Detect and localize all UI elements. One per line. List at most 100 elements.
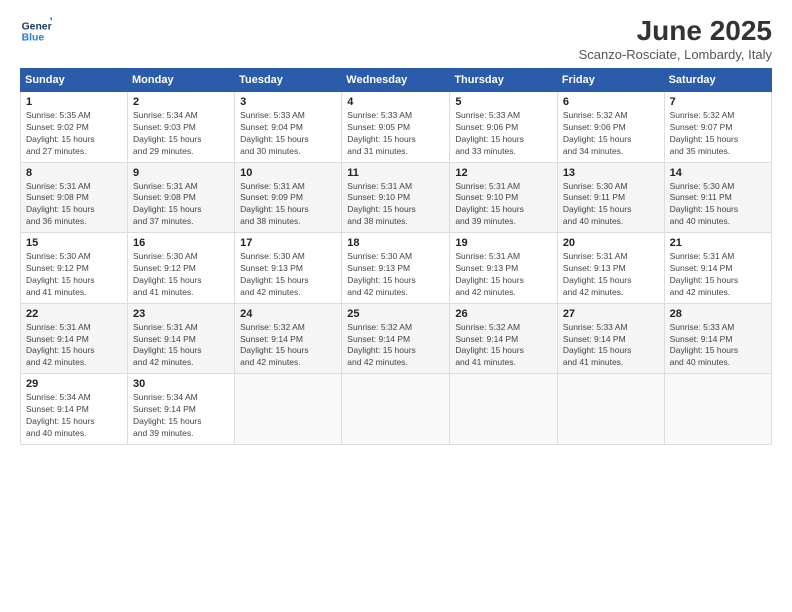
day-number: 28: [670, 308, 766, 320]
day-info: Sunrise: 5:30 AM Sunset: 9:13 PM Dayligh…: [240, 251, 336, 299]
title-block: June 2025 Scanzo-Rosciate, Lombardy, Ita…: [579, 15, 772, 62]
col-wednesday: Wednesday: [342, 69, 450, 92]
calendar-cell: 28 Sunrise: 5:33 AM Sunset: 9:14 PM Dayli…: [664, 303, 771, 374]
calendar-cell: 22 Sunrise: 5:31 AM Sunset: 9:14 PM Dayli…: [21, 303, 128, 374]
day-info: Sunrise: 5:30 AM Sunset: 9:11 PM Dayligh…: [670, 181, 766, 229]
day-info: Sunrise: 5:31 AM Sunset: 9:10 PM Dayligh…: [455, 181, 551, 229]
day-number: 1: [26, 96, 122, 108]
day-info: Sunrise: 5:30 AM Sunset: 9:12 PM Dayligh…: [133, 251, 229, 299]
day-number: 22: [26, 308, 122, 320]
col-saturday: Saturday: [664, 69, 771, 92]
calendar-week-5: 29 Sunrise: 5:34 AM Sunset: 9:14 PM Dayli…: [21, 374, 772, 445]
calendar-cell: 27 Sunrise: 5:33 AM Sunset: 9:14 PM Dayli…: [557, 303, 664, 374]
day-number: 5: [455, 96, 551, 108]
day-number: 11: [347, 167, 444, 179]
day-number: 10: [240, 167, 336, 179]
day-number: 20: [563, 237, 659, 249]
day-info: Sunrise: 5:32 AM Sunset: 9:06 PM Dayligh…: [563, 110, 659, 158]
page: General Blue June 2025 Scanzo-Rosciate, …: [0, 0, 792, 612]
day-number: 15: [26, 237, 122, 249]
day-number: 23: [133, 308, 229, 320]
calendar-cell: 12 Sunrise: 5:31 AM Sunset: 9:10 PM Dayli…: [450, 162, 557, 233]
col-thursday: Thursday: [450, 69, 557, 92]
day-number: 24: [240, 308, 336, 320]
calendar-cell: 8 Sunrise: 5:31 AM Sunset: 9:08 PM Daylig…: [21, 162, 128, 233]
calendar-cell: 30 Sunrise: 5:34 AM Sunset: 9:14 PM Dayli…: [128, 374, 235, 445]
day-info: Sunrise: 5:31 AM Sunset: 9:14 PM Dayligh…: [26, 322, 122, 370]
day-info: Sunrise: 5:31 AM Sunset: 9:14 PM Dayligh…: [670, 251, 766, 299]
day-number: 18: [347, 237, 444, 249]
day-number: 21: [670, 237, 766, 249]
day-number: 30: [133, 378, 229, 390]
svg-text:Blue: Blue: [22, 33, 45, 44]
month-title: June 2025: [579, 15, 772, 47]
calendar-cell: 4Sunrise: 5:33 AM Sunset: 9:05 PM Daylig…: [342, 92, 450, 163]
day-info: Sunrise: 5:33 AM Sunset: 9:06 PM Dayligh…: [455, 110, 551, 158]
header: General Blue June 2025 Scanzo-Rosciate, …: [20, 15, 772, 62]
calendar-table: Sunday Monday Tuesday Wednesday Thursday…: [20, 68, 772, 445]
calendar-cell: 11 Sunrise: 5:31 AM Sunset: 9:10 PM Dayli…: [342, 162, 450, 233]
day-number: 27: [563, 308, 659, 320]
location-title: Scanzo-Rosciate, Lombardy, Italy: [579, 47, 772, 62]
calendar-week-4: 22 Sunrise: 5:31 AM Sunset: 9:14 PM Dayli…: [21, 303, 772, 374]
calendar-cell: [235, 374, 342, 445]
col-sunday: Sunday: [21, 69, 128, 92]
day-info: Sunrise: 5:34 AM Sunset: 9:03 PM Dayligh…: [133, 110, 229, 158]
calendar-cell: 5 Sunrise: 5:33 AM Sunset: 9:06 PM Daylig…: [450, 92, 557, 163]
logo-icon: General Blue: [20, 15, 52, 47]
calendar-cell: 14 Sunrise: 5:30 AM Sunset: 9:11 PM Dayli…: [664, 162, 771, 233]
day-number: 17: [240, 237, 336, 249]
day-info: Sunrise: 5:31 AM Sunset: 9:10 PM Dayligh…: [347, 181, 444, 229]
calendar-cell: 19 Sunrise: 5:31 AM Sunset: 9:13 PM Dayli…: [450, 233, 557, 304]
day-info: Sunrise: 5:31 AM Sunset: 9:09 PM Dayligh…: [240, 181, 336, 229]
day-info: Sunrise: 5:31 AM Sunset: 9:08 PM Dayligh…: [26, 181, 122, 229]
day-number: 6: [563, 96, 659, 108]
calendar-cell: [450, 374, 557, 445]
calendar-week-1: 1 Sunrise: 5:35 AM Sunset: 9:02 PM Daylig…: [21, 92, 772, 163]
calendar-cell: [557, 374, 664, 445]
day-info: Sunrise: 5:34 AM Sunset: 9:14 PM Dayligh…: [26, 392, 122, 440]
calendar-header-row: Sunday Monday Tuesday Wednesday Thursday…: [21, 69, 772, 92]
day-info: Sunrise: 5:33 AM Sunset: 9:05 PM Dayligh…: [347, 110, 444, 158]
calendar-cell: [342, 374, 450, 445]
day-info: Sunrise: 5:31 AM Sunset: 9:13 PM Dayligh…: [455, 251, 551, 299]
day-info: Sunrise: 5:34 AM Sunset: 9:14 PM Dayligh…: [133, 392, 229, 440]
logo: General Blue: [20, 15, 52, 47]
day-number: 25: [347, 308, 444, 320]
day-number: 19: [455, 237, 551, 249]
day-number: 8: [26, 167, 122, 179]
calendar-cell: 16 Sunrise: 5:30 AM Sunset: 9:12 PM Dayli…: [128, 233, 235, 304]
day-info: Sunrise: 5:33 AM Sunset: 9:14 PM Dayligh…: [563, 322, 659, 370]
day-number: 16: [133, 237, 229, 249]
calendar-cell: 2 Sunrise: 5:34 AM Sunset: 9:03 PM Daylig…: [128, 92, 235, 163]
calendar-cell: 23 Sunrise: 5:31 AM Sunset: 9:14 PM Dayli…: [128, 303, 235, 374]
day-number: 2: [133, 96, 229, 108]
calendar-cell: 25Sunrise: 5:32 AM Sunset: 9:14 PM Dayli…: [342, 303, 450, 374]
calendar-cell: 7Sunrise: 5:32 AM Sunset: 9:07 PM Daylig…: [664, 92, 771, 163]
calendar-cell: 13Sunrise: 5:30 AM Sunset: 9:11 PM Dayli…: [557, 162, 664, 233]
day-info: Sunrise: 5:31 AM Sunset: 9:13 PM Dayligh…: [563, 251, 659, 299]
day-number: 12: [455, 167, 551, 179]
calendar-cell: 21 Sunrise: 5:31 AM Sunset: 9:14 PM Dayli…: [664, 233, 771, 304]
day-number: 29: [26, 378, 122, 390]
day-number: 3: [240, 96, 336, 108]
day-info: Sunrise: 5:31 AM Sunset: 9:14 PM Dayligh…: [133, 322, 229, 370]
col-tuesday: Tuesday: [235, 69, 342, 92]
calendar-cell: 9Sunrise: 5:31 AM Sunset: 9:08 PM Daylig…: [128, 162, 235, 233]
day-number: 9: [133, 167, 229, 179]
calendar-cell: 26Sunrise: 5:32 AM Sunset: 9:14 PM Dayli…: [450, 303, 557, 374]
calendar-cell: 20 Sunrise: 5:31 AM Sunset: 9:13 PM Dayli…: [557, 233, 664, 304]
calendar-cell: 10 Sunrise: 5:31 AM Sunset: 9:09 PM Dayli…: [235, 162, 342, 233]
day-info: Sunrise: 5:32 AM Sunset: 9:07 PM Dayligh…: [670, 110, 766, 158]
col-friday: Friday: [557, 69, 664, 92]
calendar-cell: [664, 374, 771, 445]
col-monday: Monday: [128, 69, 235, 92]
day-number: 14: [670, 167, 766, 179]
calendar-cell: 17 Sunrise: 5:30 AM Sunset: 9:13 PM Dayli…: [235, 233, 342, 304]
day-info: Sunrise: 5:35 AM Sunset: 9:02 PM Dayligh…: [26, 110, 122, 158]
day-number: 26: [455, 308, 551, 320]
calendar-cell: 24Sunrise: 5:32 AM Sunset: 9:14 PM Dayli…: [235, 303, 342, 374]
svg-text:General: General: [22, 21, 52, 32]
day-info: Sunrise: 5:33 AM Sunset: 9:14 PM Dayligh…: [670, 322, 766, 370]
calendar-cell: 6 Sunrise: 5:32 AM Sunset: 9:06 PM Daylig…: [557, 92, 664, 163]
